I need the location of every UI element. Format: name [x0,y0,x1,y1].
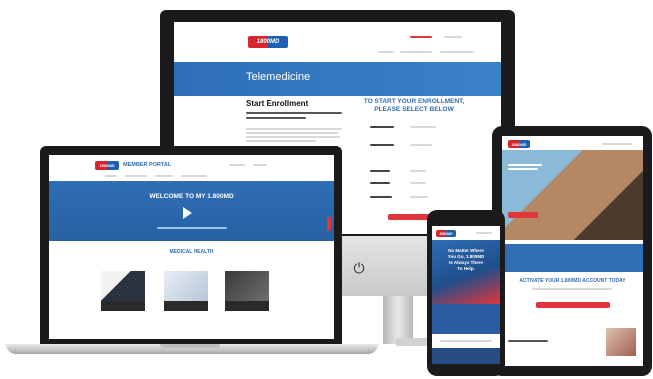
medical-health-title: MEDICAL HEALTH [169,249,214,255]
phone-hero-line-4: To Help. [457,266,475,271]
laptop-notch [160,344,220,348]
site-logo[interactable]: 1800MD [248,36,288,48]
banner-title: Telemedicine [246,71,311,83]
tablet-screen: 1800MD ACTIVATE YOUR 1.800MD ACCOUNT TOD… [502,136,643,366]
card-photo-2[interactable] [164,271,208,301]
monitor-stand [383,296,413,344]
cta-line-2: PLEASE SELECT BELOW [374,106,454,113]
card-photo-3[interactable] [225,271,269,301]
portal-logo[interactable]: 1800MD [95,161,119,170]
scroll-indicator[interactable] [327,217,331,231]
card-photo-1[interactable] [101,271,145,301]
tablet-logo[interactable]: 1800MD [508,140,530,148]
tablet-icon-strip [502,244,643,272]
start-enrollment-heading: Start Enrollment [246,99,309,108]
activate-heading: ACTIVATE YOUR 1.800MD ACCOUNT TODAY [519,278,626,284]
play-icon[interactable] [183,207,192,219]
portal-title: MEMBER PORTAL [123,162,172,168]
phone-icon-strip [432,304,500,334]
phone-logo[interactable]: 1800MD [436,230,456,237]
phone-hero: No Matter Where You Go, 1.800MD Is Alway… [432,240,500,304]
hero-title: WELCOME TO MY 1.800MD [149,193,234,200]
phone-screen: 1800MD No Matter Where You Go, 1.800MD I… [432,226,500,364]
phone-footer-bar [432,348,500,364]
cta-line-1: TO START YOUR ENROLLMENT, [363,98,465,105]
activate-button[interactable] [536,302,610,308]
laptop-screen: 1800MD MEMBER PORTAL WELCOME TO MY 1.800… [49,155,334,339]
welcome-hero: WELCOME TO MY 1.800MD [49,181,334,241]
power-icon[interactable]: ⏻ [351,260,367,276]
telemedicine-banner: Telemedicine [174,62,501,96]
enrollment-cta-heading: TO START YOUR ENROLLMENT, PLEASE SELECT … [354,98,474,114]
